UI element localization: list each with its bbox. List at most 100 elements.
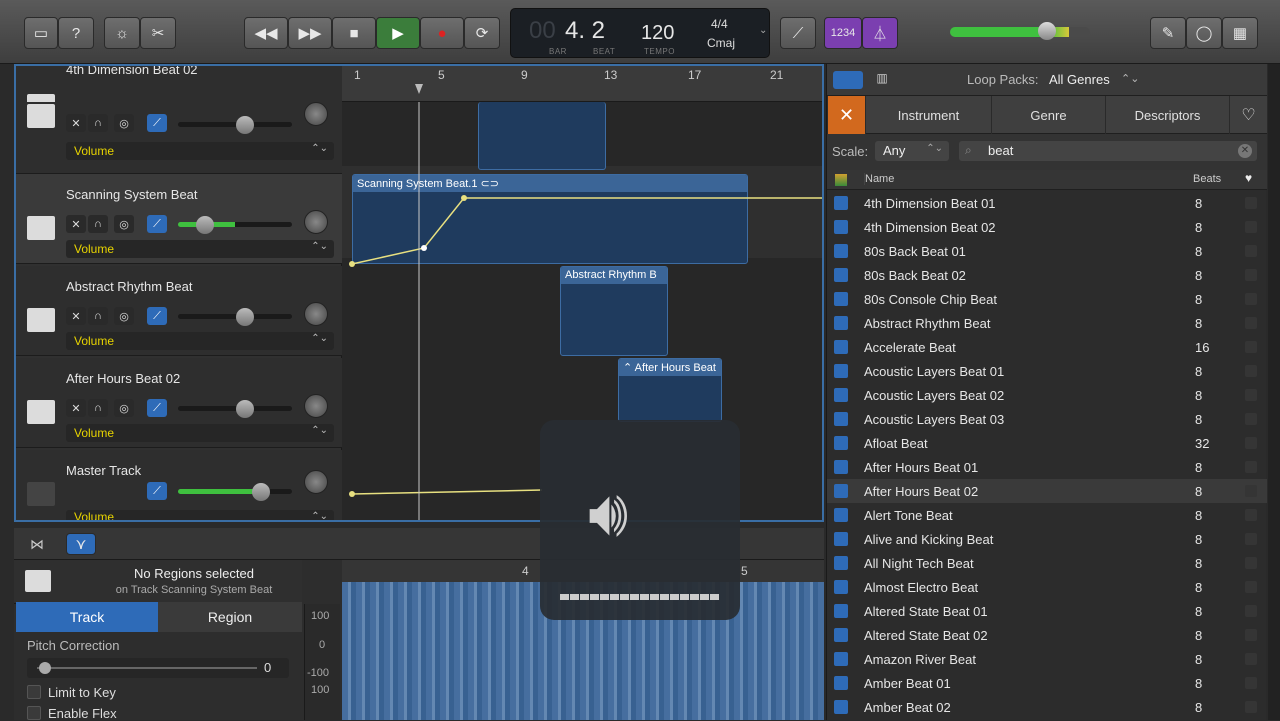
list-item[interactable]: 4th Dimension Beat 01 8	[827, 191, 1267, 215]
forward-button[interactable]: ▶▶	[288, 17, 332, 49]
pan-knob[interactable]	[304, 210, 328, 234]
search-input[interactable]: beat	[988, 143, 1013, 158]
list-item[interactable]: Accelerate Beat 16	[827, 335, 1267, 359]
list-item[interactable]: 4th Dimension Beat 02 8	[827, 215, 1267, 239]
favorite-checkbox[interactable]	[1245, 533, 1257, 545]
automation-parameter-select[interactable]: Volume ⌃⌄	[66, 240, 334, 258]
help-icon[interactable]: ?	[58, 17, 94, 49]
loop-packs-select[interactable]: All Genres	[1049, 72, 1110, 87]
close-icon[interactable]: ✕	[827, 96, 865, 134]
timeline-ruler[interactable]: 1 5 9 13 17 21	[342, 66, 822, 102]
favorite-checkbox[interactable]	[1245, 653, 1257, 665]
track-header[interactable]: After Hours Beat 02 ✕ ∩ ◎ ⟋ Volume ⌃⌄	[16, 358, 342, 448]
favorite-checkbox[interactable]	[1245, 317, 1257, 329]
library-icon[interactable]: ▭	[24, 17, 58, 49]
tab-descriptors[interactable]: Descriptors	[1105, 96, 1229, 134]
column-header-beats[interactable]: Beats	[1193, 173, 1221, 185]
automation-icon[interactable]: ⟋	[147, 114, 167, 132]
list-item[interactable]: Alive and Kicking Beat 8	[827, 527, 1267, 551]
volume-slider[interactable]	[178, 308, 292, 326]
smart-controls-icon[interactable]: ☼	[104, 17, 140, 49]
list-item[interactable]: After Hours Beat 01 8	[827, 455, 1267, 479]
clear-search-icon[interactable]: ✕	[1238, 144, 1252, 158]
playhead-handle[interactable]	[415, 84, 423, 94]
mute-icon[interactable]: ✕	[66, 307, 86, 325]
automation-icon[interactable]: ⟋	[147, 215, 167, 233]
automation-parameter-select[interactable]: Volume ⌃⌄	[66, 424, 334, 442]
favorite-checkbox[interactable]	[1245, 245, 1257, 257]
note-pad-icon[interactable]: ✎	[1150, 17, 1186, 49]
loop-browser-icon[interactable]: ◯	[1186, 17, 1222, 49]
record-enable-icon[interactable]: ◎	[114, 307, 134, 325]
favorite-checkbox[interactable]	[1245, 413, 1257, 425]
scissors-mode-icon[interactable]: ⋈	[30, 536, 44, 553]
pan-knob[interactable]	[304, 470, 328, 494]
count-in-button[interactable]: 1234	[824, 17, 862, 49]
view-loops-icon[interactable]	[833, 71, 863, 89]
mute-icon[interactable]: ✕	[66, 215, 86, 233]
favorite-checkbox[interactable]	[1245, 293, 1257, 305]
favorite-checkbox[interactable]	[1245, 365, 1257, 377]
automation-parameter-select[interactable]: Volume ⌃⌄	[66, 510, 334, 520]
tuner-icon[interactable]: ⟋	[780, 17, 816, 49]
headphones-icon[interactable]: ∩	[88, 399, 108, 417]
record-enable-icon[interactable]: ◎	[114, 215, 134, 233]
pan-knob[interactable]	[304, 302, 328, 326]
rewind-button[interactable]: ◀◀	[244, 17, 288, 49]
mute-icon[interactable]: ✕	[66, 399, 86, 417]
track-header[interactable]: Master Track ⟋ Volume ⌃⌄	[16, 450, 342, 520]
list-item[interactable]: 80s Back Beat 02 8	[827, 263, 1267, 287]
list-item[interactable]: Altered State Beat 02 8	[827, 623, 1267, 647]
favorite-checkbox[interactable]	[1245, 461, 1257, 473]
volume-slider[interactable]	[178, 216, 292, 234]
list-item[interactable]: Amber Beat 01 8	[827, 671, 1267, 695]
pan-knob[interactable]	[304, 102, 328, 126]
scrollbar[interactable]	[1268, 64, 1280, 720]
master-volume-slider[interactable]	[950, 27, 1090, 37]
column-header-name[interactable]: Name	[864, 173, 894, 185]
favorite-checkbox[interactable]	[1245, 437, 1257, 449]
cycle-icon[interactable]: ⟳	[464, 17, 500, 49]
favorite-checkbox[interactable]	[1245, 389, 1257, 401]
favorite-checkbox[interactable]	[1245, 221, 1257, 233]
tab-genre[interactable]: Genre	[991, 96, 1105, 134]
record-enable-icon[interactable]: ◎	[114, 399, 134, 417]
tab-instrument[interactable]: Instrument	[865, 96, 991, 134]
list-item[interactable]: Acoustic Layers Beat 01 8	[827, 359, 1267, 383]
tab-region[interactable]: Region	[158, 602, 302, 632]
favorite-checkbox[interactable]	[1245, 701, 1257, 713]
volume-slider[interactable]	[178, 483, 292, 501]
list-item[interactable]: Altered State Beat 01 8	[827, 599, 1267, 623]
headphones-icon[interactable]: ∩	[88, 114, 108, 132]
list-item[interactable]: Almost Electro Beat 8	[827, 575, 1267, 599]
limit-to-key-checkbox[interactable]	[27, 685, 41, 699]
list-item[interactable]: Amber Beat 02 8	[827, 695, 1267, 719]
volume-slider[interactable]	[178, 116, 292, 134]
catch-icon[interactable]: ⋎	[66, 533, 96, 555]
favorite-checkbox[interactable]	[1245, 629, 1257, 641]
slider-knob[interactable]	[39, 662, 51, 674]
list-item[interactable]: Alert Tone Beat 8	[827, 503, 1267, 527]
track-header[interactable]: Abstract Rhythm Beat ✕ ∩ ◎ ⟋ Volume ⌃⌄	[16, 266, 342, 356]
master-volume-knob[interactable]	[1038, 22, 1056, 40]
automation-parameter-select[interactable]: Volume ⌃⌄	[66, 142, 334, 160]
heart-icon[interactable]: ♡	[1229, 96, 1267, 134]
media-browser-icon[interactable]: ▦	[1222, 17, 1258, 49]
list-item[interactable]: Acoustic Layers Beat 02 8	[827, 383, 1267, 407]
list-item[interactable]: Abstract Rhythm Beat 8	[827, 311, 1267, 335]
enable-flex-checkbox[interactable]	[27, 706, 41, 720]
mute-icon[interactable]: ✕	[66, 114, 86, 132]
search-field[interactable]: ⌕ beat ✕	[959, 141, 1257, 161]
list-item[interactable]: Afloat Beat 32	[827, 431, 1267, 455]
play-button[interactable]: ▶	[376, 17, 420, 49]
volume-slider[interactable]	[178, 400, 292, 418]
automation-icon[interactable]: ⟋	[147, 482, 167, 500]
stop-button[interactable]: ■	[332, 17, 376, 49]
record-enable-icon[interactable]: ◎	[114, 114, 134, 132]
favorite-checkbox[interactable]	[1245, 605, 1257, 617]
metronome-icon[interactable]: ⏃	[862, 17, 898, 49]
pan-knob[interactable]	[304, 394, 328, 418]
scale-select[interactable]: Any ⌃⌄	[875, 141, 949, 161]
headphones-icon[interactable]: ∩	[88, 307, 108, 325]
scissors-icon[interactable]: ✂	[140, 17, 176, 49]
